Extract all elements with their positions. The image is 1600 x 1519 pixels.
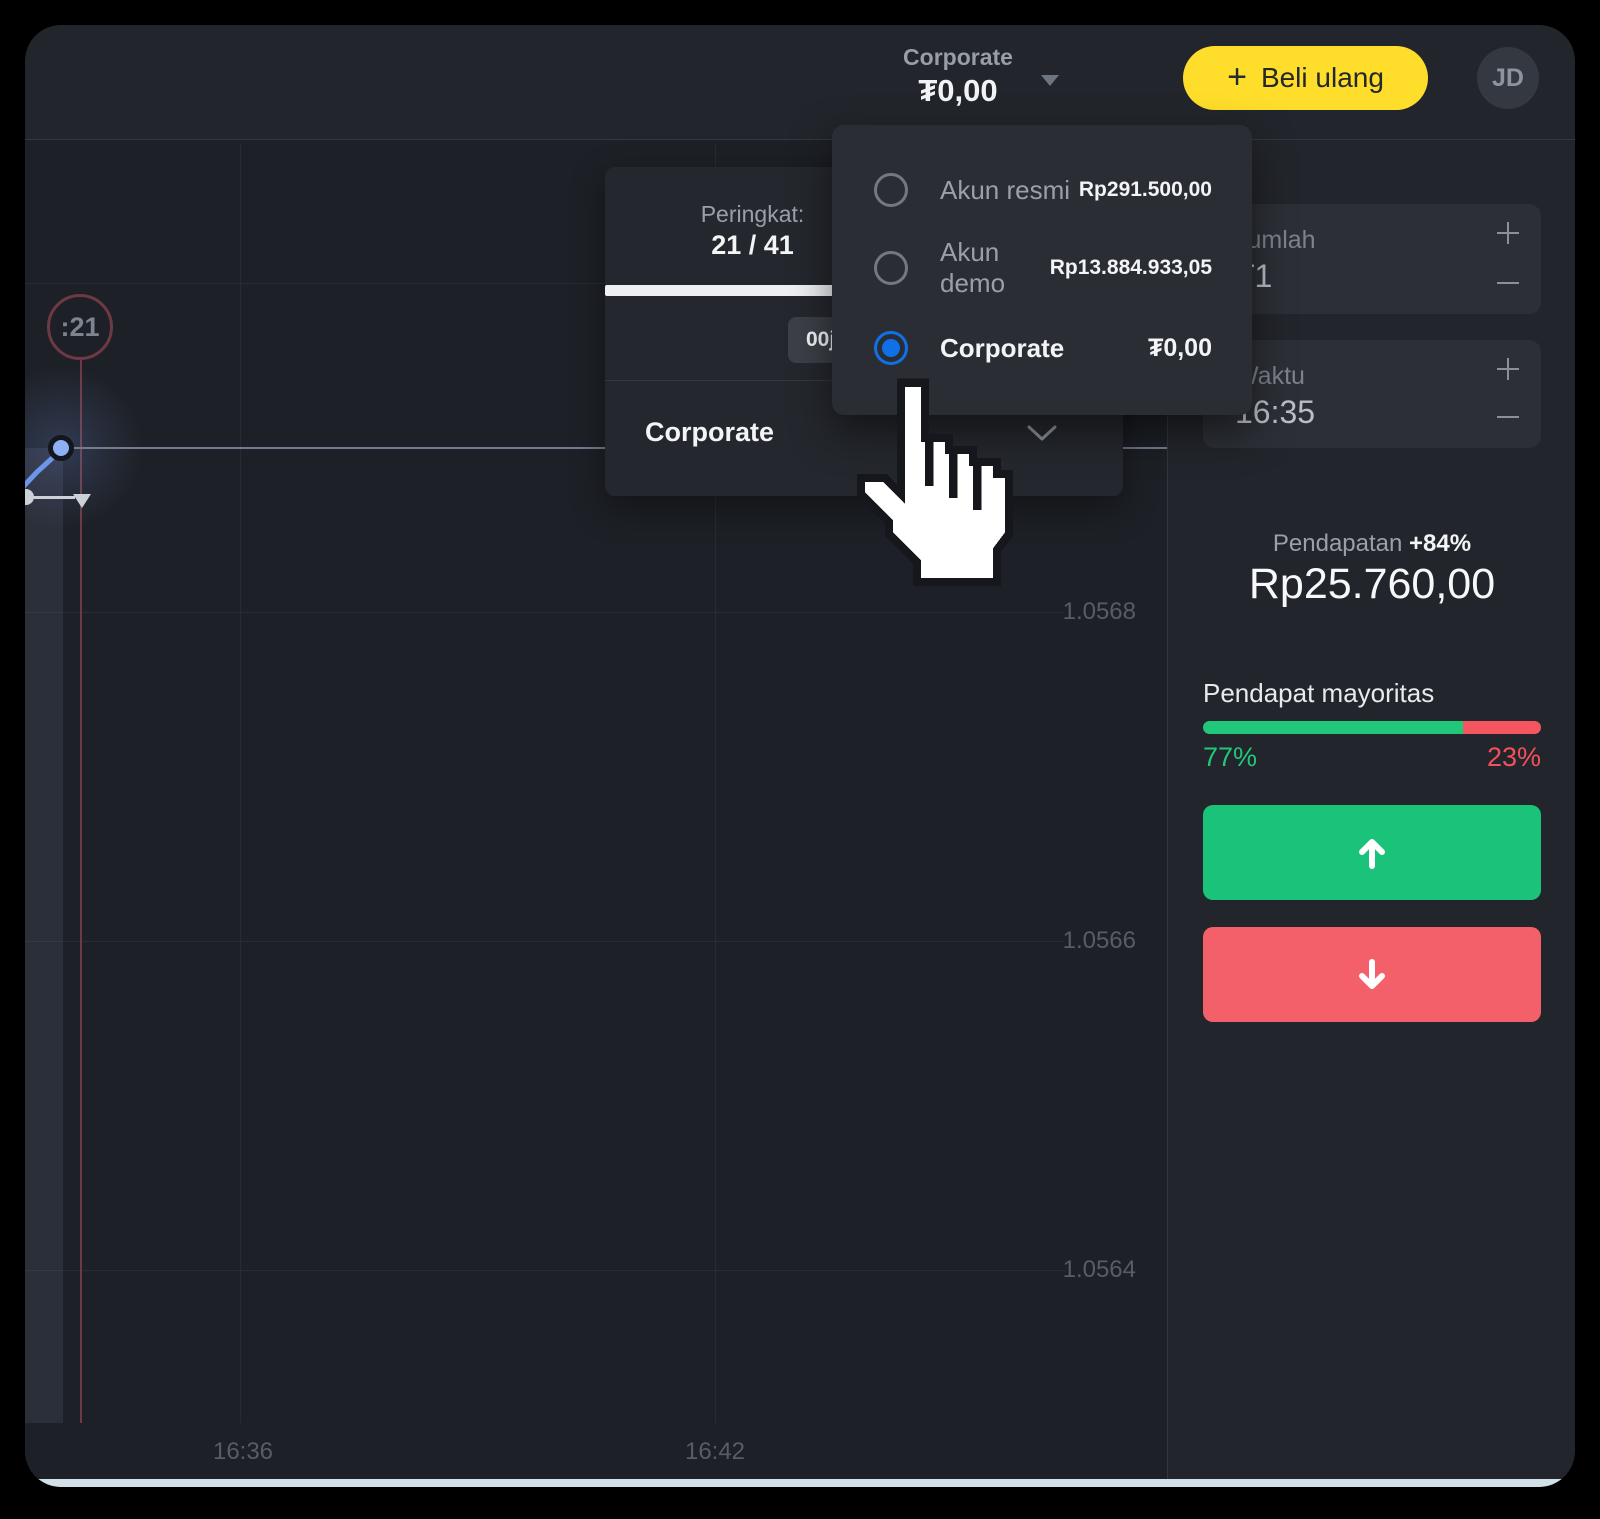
price-axis-label: 1.0566 xyxy=(1016,927,1136,955)
income-label: Pendapatan xyxy=(1273,530,1402,557)
cursor-icon xyxy=(845,378,1021,590)
account-switcher[interactable]: Corporate ₮0,00 xyxy=(883,43,1033,109)
account-switcher-label: Corporate xyxy=(883,43,1033,71)
grid-line-vertical xyxy=(240,144,241,1423)
arrow-down-icon xyxy=(1348,951,1396,999)
app-window: Corporate ₮0,00 + Beli ulang JD 1.0568 1… xyxy=(25,25,1575,1487)
account-switcher-balance: ₮0,00 xyxy=(883,73,1033,109)
price-axis-label: 1.0568 xyxy=(1016,598,1136,626)
income-percent: +84% xyxy=(1409,530,1471,557)
time-axis-label: 16:36 xyxy=(183,1438,303,1466)
amount-increase-button[interactable] xyxy=(1491,216,1525,250)
account-select-value: Corporate xyxy=(645,417,774,448)
grid-line-horizontal xyxy=(25,1270,1065,1271)
buy-again-label: Beli ulang xyxy=(1261,62,1384,94)
account-item-label: Akun demo xyxy=(940,237,1050,299)
radio-selected-icon[interactable] xyxy=(874,331,908,365)
majority-bar-down xyxy=(1463,721,1541,734)
amount-decrease-button[interactable] xyxy=(1491,266,1525,300)
account-menu-item-demo[interactable]: Akun demo Rp13.884.933,05 xyxy=(832,232,1252,304)
caret-down-icon xyxy=(1041,75,1059,86)
account-menu-item-corporate[interactable]: Corporate ₮0,00 xyxy=(832,312,1252,384)
time-decrease-button[interactable] xyxy=(1491,400,1525,434)
majority-title: Pendapat mayoritas xyxy=(1203,678,1434,709)
strike-marker-icon xyxy=(73,494,91,508)
income-amount: Rp25.760,00 xyxy=(1168,560,1575,609)
buy-again-button[interactable]: + Beli ulang xyxy=(1183,46,1428,110)
grid-line-horizontal xyxy=(25,612,1065,613)
account-menu-item-real[interactable]: Akun resmi Rp291.500,00 xyxy=(832,154,1252,226)
amount-card[interactable]: Jumlah ₮1 xyxy=(1203,204,1541,314)
majority-down-percent: 23% xyxy=(1487,742,1541,773)
price-axis-label: 1.0564 xyxy=(1016,1256,1136,1284)
purchase-zone-band xyxy=(25,448,63,1423)
expiry-countdown-badge: :21 xyxy=(47,294,113,360)
buy-down-button[interactable] xyxy=(1203,927,1541,1022)
income-line: Pendapatan +84% xyxy=(1168,530,1575,558)
plus-icon: + xyxy=(1227,60,1247,94)
majority-percents: 77% 23% xyxy=(1203,742,1541,773)
account-item-balance: Rp13.884.933,05 xyxy=(1050,256,1212,280)
time-increase-button[interactable] xyxy=(1491,352,1525,386)
radio-unselected-icon[interactable] xyxy=(874,251,908,285)
arrow-up-icon xyxy=(1348,829,1396,877)
account-item-balance: Rp291.500,00 xyxy=(1079,178,1212,202)
account-menu: Akun resmi Rp291.500,00 Akun demo Rp13.8… xyxy=(832,125,1252,415)
radio-unselected-icon[interactable] xyxy=(874,173,908,207)
header: Corporate ₮0,00 + Beli ulang JD xyxy=(25,25,1575,140)
time-card[interactable]: Waktu 16:35 xyxy=(1203,340,1541,448)
current-price-dot xyxy=(48,435,74,461)
avatar[interactable]: JD xyxy=(1477,47,1539,109)
time-axis-label: 16:42 xyxy=(655,1438,775,1466)
majority-bar-up xyxy=(1203,721,1463,734)
chevron-down-icon xyxy=(1025,423,1059,443)
majority-bar xyxy=(1203,721,1541,734)
majority-up-percent: 77% xyxy=(1203,742,1257,773)
account-item-balance: ₮0,00 xyxy=(1148,334,1212,363)
buy-up-button[interactable] xyxy=(1203,805,1541,900)
grid-line-horizontal xyxy=(25,941,1065,942)
account-item-label: Akun resmi xyxy=(940,175,1079,206)
account-item-label: Corporate xyxy=(940,333,1148,364)
